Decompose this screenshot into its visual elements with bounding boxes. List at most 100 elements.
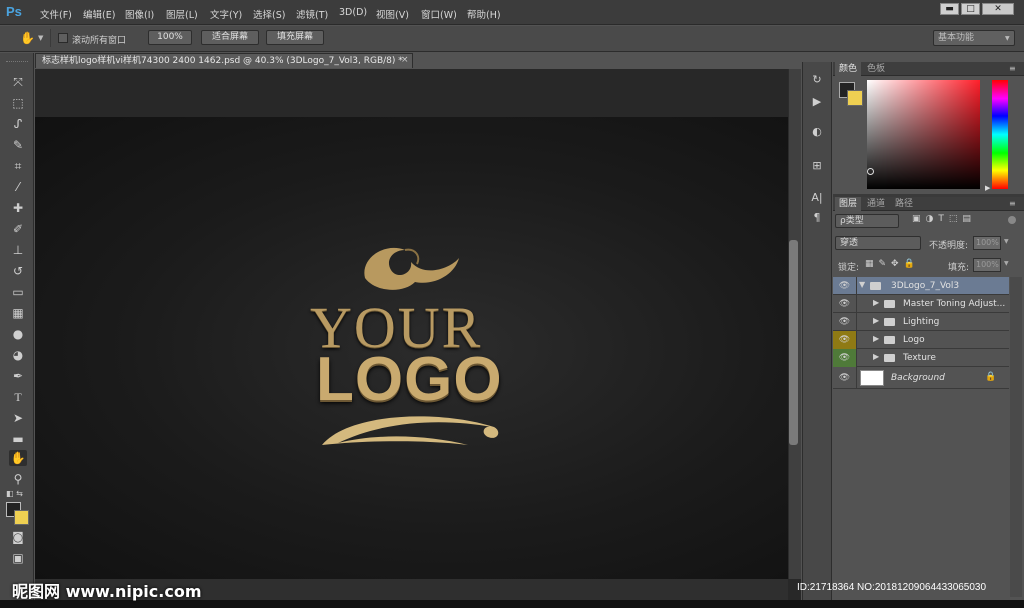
- gradient-tool-icon[interactable]: ▦: [9, 305, 27, 321]
- fill-screen-button[interactable]: 填充屏幕: [266, 30, 324, 45]
- layers-panel-menu-icon[interactable]: ≡: [1009, 199, 1016, 208]
- tab-swatches[interactable]: 色板: [863, 62, 889, 76]
- opacity-field[interactable]: 100%: [973, 236, 1001, 250]
- panel-menu-icon[interactable]: ≡: [1009, 64, 1016, 73]
- tab-channels[interactable]: 通道: [863, 197, 889, 211]
- hand-tool-active-icon[interactable]: ✋: [9, 450, 27, 466]
- hand-tool-icon[interactable]: ✋: [20, 31, 35, 45]
- filter-toggle-icon[interactable]: [1008, 216, 1016, 224]
- layers-scrollbar[interactable]: [1010, 277, 1022, 597]
- logo-top-ornament: [364, 247, 459, 290]
- fit-screen-button[interactable]: 适合屏幕: [201, 30, 259, 45]
- visibility-eye-icon[interactable]: 👁: [833, 295, 857, 313]
- menu-image[interactable]: 图像(I): [125, 7, 154, 21]
- layer-row-background[interactable]: 👁 Background 🔒: [833, 367, 1009, 389]
- move-tool-icon[interactable]: ⤧: [9, 74, 27, 90]
- menu-edit[interactable]: 编辑(E): [83, 7, 115, 21]
- quick-select-tool-icon[interactable]: ✎: [9, 137, 27, 153]
- panel-background-swatch[interactable]: [847, 90, 863, 106]
- fill-chevron-icon[interactable]: ▼: [1004, 260, 1009, 267]
- document-tab[interactable]: 标志样机logo样机vi样机74300 2400 1462.psd @ 40.3…: [35, 53, 413, 68]
- lock-label: 锁定:: [838, 263, 860, 273]
- type-tool-icon[interactable]: T: [9, 389, 27, 405]
- menu-help[interactable]: 帮助(H): [467, 7, 501, 21]
- fill-field[interactable]: 100%: [973, 258, 1001, 272]
- minimize-button[interactable]: ▬: [940, 3, 959, 15]
- default-colors-icon[interactable]: ◧ ⇆: [6, 489, 23, 498]
- blur-tool-icon[interactable]: ●: [9, 326, 27, 342]
- vertical-scrollbar-thumb[interactable]: [789, 240, 798, 445]
- menu-3d[interactable]: 3D(D): [339, 7, 367, 18]
- blend-mode-select[interactable]: 穿透: [835, 236, 921, 250]
- expand-arrow-icon[interactable]: ▶: [873, 316, 879, 325]
- crop-tool-icon[interactable]: ⌗: [9, 158, 27, 174]
- actions-panel-icon[interactable]: ▶: [808, 94, 826, 110]
- visibility-eye-icon[interactable]: 👁: [833, 277, 857, 295]
- layer-row[interactable]: 👁 ▼ 3DLogo_7_Vol3: [833, 277, 1009, 295]
- menu-layer[interactable]: 图层(L): [166, 7, 198, 21]
- history-brush-tool-icon[interactable]: ↺: [9, 263, 27, 279]
- dodge-tool-icon[interactable]: ◕: [9, 347, 27, 363]
- character-panel-icon[interactable]: A|: [808, 190, 826, 206]
- properties-panel-icon[interactable]: ⊞: [808, 158, 826, 174]
- expand-arrow-icon[interactable]: ▶: [873, 352, 879, 361]
- rectangle-tool-icon[interactable]: ▬: [9, 431, 27, 447]
- visibility-eye-icon[interactable]: 👁: [833, 367, 857, 389]
- watermark-left: 昵图网 www.nipic.com: [12, 582, 202, 601]
- restore-button[interactable]: □: [961, 3, 980, 15]
- eraser-tool-icon[interactable]: ▭: [9, 284, 27, 300]
- hue-slider-handle-icon[interactable]: ▶: [985, 184, 990, 192]
- history-panel-icon[interactable]: ↻: [808, 72, 826, 88]
- visibility-eye-icon[interactable]: 👁: [833, 313, 857, 331]
- group-folder-icon: [870, 282, 881, 290]
- toolbox-grip[interactable]: [6, 61, 28, 63]
- brush-tool-icon[interactable]: ✐: [9, 221, 27, 237]
- pen-tool-icon[interactable]: ✒: [9, 368, 27, 384]
- tab-paths[interactable]: 路径: [891, 197, 917, 211]
- hue-slider[interactable]: [992, 80, 1008, 189]
- marquee-tool-icon[interactable]: ⬚: [9, 95, 27, 111]
- document-close-icon[interactable]: ×: [401, 55, 409, 65]
- menu-type[interactable]: 文字(Y): [210, 7, 242, 21]
- color-picker-field[interactable]: [867, 80, 980, 189]
- workspace-select[interactable]: 基本功能: [933, 30, 1015, 46]
- scroll-all-checkbox[interactable]: [58, 33, 68, 43]
- zoom-tool-icon[interactable]: ⚲: [9, 471, 27, 487]
- lasso-tool-icon[interactable]: ᔑ: [9, 116, 27, 132]
- background-color-swatch[interactable]: [14, 510, 29, 525]
- layer-row[interactable]: 👁 ▶ Logo: [833, 331, 1009, 349]
- layer-row[interactable]: 👁 ▶ Lighting: [833, 313, 1009, 331]
- expand-arrow-icon[interactable]: ▶: [873, 334, 879, 343]
- clone-stamp-tool-icon[interactable]: ⊥: [9, 242, 27, 258]
- layer-filter-select[interactable]: ρ类型: [835, 214, 899, 228]
- expand-arrow-icon[interactable]: ▶: [873, 298, 879, 307]
- eyedropper-tool-icon[interactable]: ⁄: [9, 179, 27, 195]
- tool-preset-chevron-icon[interactable]: ▼: [38, 34, 43, 42]
- zoom-100-button[interactable]: 100%: [148, 30, 192, 45]
- adjustments-panel-icon[interactable]: ◐: [808, 124, 826, 140]
- layer-row[interactable]: 👁 ▶ Master Toning Adjust...: [833, 295, 1009, 313]
- tab-layers[interactable]: 图层: [835, 197, 861, 211]
- group-folder-icon: [884, 336, 895, 344]
- opacity-chevron-icon[interactable]: ▼: [1004, 238, 1009, 245]
- layer-filter-icons[interactable]: ▣◑T⬚▤: [912, 214, 976, 224]
- menu-select[interactable]: 选择(S): [253, 7, 285, 21]
- visibility-eye-icon[interactable]: 👁: [833, 349, 857, 367]
- layer-row[interactable]: 👁 ▶ Texture: [833, 349, 1009, 367]
- path-select-tool-icon[interactable]: ➤: [9, 410, 27, 426]
- healing-brush-tool-icon[interactable]: ✚: [9, 200, 27, 216]
- menu-window[interactable]: 窗口(W): [421, 7, 457, 21]
- options-bar: ✋ ▼ 滚动所有窗口 100% 适合屏幕 填充屏幕 基本功能 ▼: [0, 26, 1024, 52]
- visibility-eye-icon[interactable]: 👁: [833, 331, 857, 349]
- close-window-button[interactable]: ✕: [982, 3, 1014, 15]
- paragraph-panel-icon[interactable]: ¶: [808, 210, 826, 226]
- menu-file[interactable]: 文件(F): [40, 7, 72, 21]
- expand-arrow-icon[interactable]: ▼: [859, 280, 865, 289]
- quick-mask-icon[interactable]: ◙: [9, 529, 27, 545]
- menu-filter[interactable]: 滤镜(T): [296, 7, 328, 21]
- menu-view[interactable]: 视图(V): [376, 7, 409, 21]
- tab-color[interactable]: 颜色: [835, 62, 861, 76]
- screen-mode-icon[interactable]: ▣: [9, 550, 27, 566]
- color-picker-cursor[interactable]: [867, 168, 874, 175]
- lock-icons[interactable]: ▦✎✥🔒: [865, 259, 920, 269]
